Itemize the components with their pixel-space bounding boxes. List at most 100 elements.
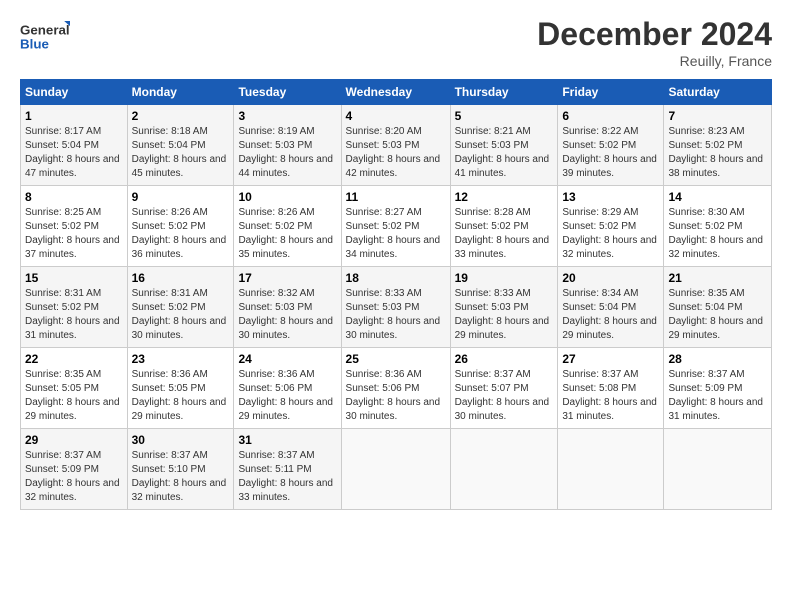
day-number: 16 [132, 271, 230, 285]
col-monday: Monday [127, 80, 234, 105]
page: General Blue December 2024 Reuilly, Fran… [0, 0, 792, 612]
day-number: 30 [132, 433, 230, 447]
calendar-cell: 10 Sunrise: 8:26 AM Sunset: 5:02 PM Dayl… [234, 186, 341, 267]
day-info: Sunrise: 8:20 AM Sunset: 5:03 PM Dayligh… [346, 125, 446, 181]
day-number: 27 [562, 352, 659, 366]
calendar-cell: 13 Sunrise: 8:29 AM Sunset: 5:02 PM Dayl… [558, 186, 664, 267]
calendar-cell: 23 Sunrise: 8:36 AM Sunset: 5:05 PM Dayl… [127, 348, 234, 429]
svg-text:General: General [20, 22, 70, 37]
calendar-cell: 15 Sunrise: 8:31 AM Sunset: 5:02 PM Dayl… [21, 267, 128, 348]
calendar-cell: 19 Sunrise: 8:33 AM Sunset: 5:03 PM Dayl… [450, 267, 558, 348]
calendar-cell [558, 429, 664, 510]
calendar-cell: 4 Sunrise: 8:20 AM Sunset: 5:03 PM Dayli… [341, 105, 450, 186]
calendar-cell: 11 Sunrise: 8:27 AM Sunset: 5:02 PM Dayl… [341, 186, 450, 267]
calendar-cell: 5 Sunrise: 8:21 AM Sunset: 5:03 PM Dayli… [450, 105, 558, 186]
calendar-cell: 6 Sunrise: 8:22 AM Sunset: 5:02 PM Dayli… [558, 105, 664, 186]
calendar-cell: 24 Sunrise: 8:36 AM Sunset: 5:06 PM Dayl… [234, 348, 341, 429]
day-info: Sunrise: 8:37 AM Sunset: 5:10 PM Dayligh… [132, 449, 230, 505]
week-row-5: 29 Sunrise: 8:37 AM Sunset: 5:09 PM Dayl… [21, 429, 772, 510]
day-number: 9 [132, 190, 230, 204]
logo-svg: General Blue [20, 16, 70, 56]
day-number: 29 [25, 433, 123, 447]
week-row-1: 1 Sunrise: 8:17 AM Sunset: 5:04 PM Dayli… [21, 105, 772, 186]
day-number: 31 [238, 433, 336, 447]
day-number: 11 [346, 190, 446, 204]
week-row-4: 22 Sunrise: 8:35 AM Sunset: 5:05 PM Dayl… [21, 348, 772, 429]
day-info: Sunrise: 8:36 AM Sunset: 5:06 PM Dayligh… [346, 368, 446, 424]
day-info: Sunrise: 8:26 AM Sunset: 5:02 PM Dayligh… [132, 206, 230, 262]
logo: General Blue [20, 16, 70, 56]
calendar-cell: 27 Sunrise: 8:37 AM Sunset: 5:08 PM Dayl… [558, 348, 664, 429]
calendar-cell: 7 Sunrise: 8:23 AM Sunset: 5:02 PM Dayli… [664, 105, 772, 186]
calendar-cell: 25 Sunrise: 8:36 AM Sunset: 5:06 PM Dayl… [341, 348, 450, 429]
calendar-cell: 26 Sunrise: 8:37 AM Sunset: 5:07 PM Dayl… [450, 348, 558, 429]
day-info: Sunrise: 8:23 AM Sunset: 5:02 PM Dayligh… [668, 125, 767, 181]
day-info: Sunrise: 8:25 AM Sunset: 5:02 PM Dayligh… [25, 206, 123, 262]
day-number: 10 [238, 190, 336, 204]
col-saturday: Saturday [664, 80, 772, 105]
day-info: Sunrise: 8:37 AM Sunset: 5:09 PM Dayligh… [25, 449, 123, 505]
day-info: Sunrise: 8:32 AM Sunset: 5:03 PM Dayligh… [238, 287, 336, 343]
day-info: Sunrise: 8:34 AM Sunset: 5:04 PM Dayligh… [562, 287, 659, 343]
day-info: Sunrise: 8:18 AM Sunset: 5:04 PM Dayligh… [132, 125, 230, 181]
col-friday: Friday [558, 80, 664, 105]
day-info: Sunrise: 8:37 AM Sunset: 5:08 PM Dayligh… [562, 368, 659, 424]
day-info: Sunrise: 8:22 AM Sunset: 5:02 PM Dayligh… [562, 125, 659, 181]
calendar-cell: 30 Sunrise: 8:37 AM Sunset: 5:10 PM Dayl… [127, 429, 234, 510]
day-number: 26 [455, 352, 554, 366]
month-title: December 2024 [537, 16, 772, 53]
day-number: 2 [132, 109, 230, 123]
day-info: Sunrise: 8:37 AM Sunset: 5:07 PM Dayligh… [455, 368, 554, 424]
day-number: 3 [238, 109, 336, 123]
col-wednesday: Wednesday [341, 80, 450, 105]
day-info: Sunrise: 8:17 AM Sunset: 5:04 PM Dayligh… [25, 125, 123, 181]
col-thursday: Thursday [450, 80, 558, 105]
day-number: 23 [132, 352, 230, 366]
calendar-cell: 28 Sunrise: 8:37 AM Sunset: 5:09 PM Dayl… [664, 348, 772, 429]
day-info: Sunrise: 8:26 AM Sunset: 5:02 PM Dayligh… [238, 206, 336, 262]
day-number: 28 [668, 352, 767, 366]
day-number: 17 [238, 271, 336, 285]
day-number: 1 [25, 109, 123, 123]
calendar-cell: 29 Sunrise: 8:37 AM Sunset: 5:09 PM Dayl… [21, 429, 128, 510]
calendar-cell: 18 Sunrise: 8:33 AM Sunset: 5:03 PM Dayl… [341, 267, 450, 348]
col-tuesday: Tuesday [234, 80, 341, 105]
day-number: 20 [562, 271, 659, 285]
day-number: 4 [346, 109, 446, 123]
day-info: Sunrise: 8:30 AM Sunset: 5:02 PM Dayligh… [668, 206, 767, 262]
calendar-cell: 2 Sunrise: 8:18 AM Sunset: 5:04 PM Dayli… [127, 105, 234, 186]
calendar-cell: 9 Sunrise: 8:26 AM Sunset: 5:02 PM Dayli… [127, 186, 234, 267]
day-number: 8 [25, 190, 123, 204]
day-info: Sunrise: 8:19 AM Sunset: 5:03 PM Dayligh… [238, 125, 336, 181]
day-number: 18 [346, 271, 446, 285]
day-info: Sunrise: 8:37 AM Sunset: 5:11 PM Dayligh… [238, 449, 336, 505]
day-number: 6 [562, 109, 659, 123]
day-info: Sunrise: 8:28 AM Sunset: 5:02 PM Dayligh… [455, 206, 554, 262]
calendar-cell: 22 Sunrise: 8:35 AM Sunset: 5:05 PM Dayl… [21, 348, 128, 429]
day-number: 24 [238, 352, 336, 366]
calendar-cell [341, 429, 450, 510]
title-area: December 2024 Reuilly, France [537, 16, 772, 69]
calendar-cell: 14 Sunrise: 8:30 AM Sunset: 5:02 PM Dayl… [664, 186, 772, 267]
day-number: 7 [668, 109, 767, 123]
calendar-cell: 1 Sunrise: 8:17 AM Sunset: 5:04 PM Dayli… [21, 105, 128, 186]
day-number: 19 [455, 271, 554, 285]
week-row-2: 8 Sunrise: 8:25 AM Sunset: 5:02 PM Dayli… [21, 186, 772, 267]
day-number: 14 [668, 190, 767, 204]
calendar-cell: 21 Sunrise: 8:35 AM Sunset: 5:04 PM Dayl… [664, 267, 772, 348]
calendar-table: Sunday Monday Tuesday Wednesday Thursday… [20, 79, 772, 510]
day-info: Sunrise: 8:36 AM Sunset: 5:06 PM Dayligh… [238, 368, 336, 424]
day-info: Sunrise: 8:29 AM Sunset: 5:02 PM Dayligh… [562, 206, 659, 262]
day-info: Sunrise: 8:35 AM Sunset: 5:05 PM Dayligh… [25, 368, 123, 424]
day-number: 21 [668, 271, 767, 285]
day-info: Sunrise: 8:33 AM Sunset: 5:03 PM Dayligh… [455, 287, 554, 343]
day-info: Sunrise: 8:31 AM Sunset: 5:02 PM Dayligh… [132, 287, 230, 343]
day-info: Sunrise: 8:27 AM Sunset: 5:02 PM Dayligh… [346, 206, 446, 262]
day-info: Sunrise: 8:33 AM Sunset: 5:03 PM Dayligh… [346, 287, 446, 343]
calendar-cell: 20 Sunrise: 8:34 AM Sunset: 5:04 PM Dayl… [558, 267, 664, 348]
col-sunday: Sunday [21, 80, 128, 105]
location: Reuilly, France [537, 53, 772, 69]
calendar-cell: 12 Sunrise: 8:28 AM Sunset: 5:02 PM Dayl… [450, 186, 558, 267]
day-number: 15 [25, 271, 123, 285]
day-number: 25 [346, 352, 446, 366]
